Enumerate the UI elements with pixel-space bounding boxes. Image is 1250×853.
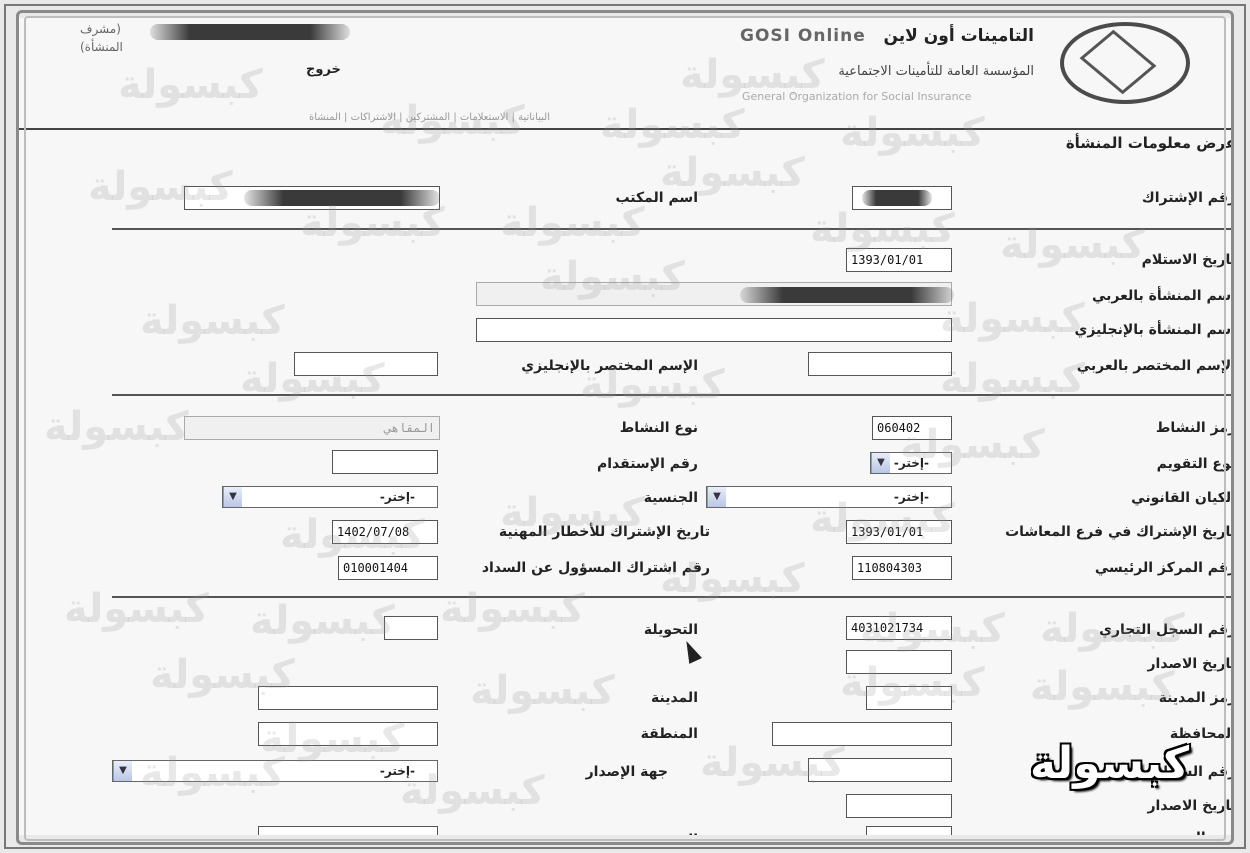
redacted-subscription: [862, 190, 932, 206]
payer-sub-no-field[interactable]: 010001404: [338, 556, 438, 580]
short-ar-field[interactable]: [808, 352, 952, 376]
activity-type-field[interactable]: المقاهي: [184, 416, 440, 440]
main-center-label: رقم المركز الرئيسي: [1094, 560, 1236, 576]
watermark: كبسولة: [140, 298, 285, 344]
watermark: كبسولة: [470, 668, 615, 714]
legal-entity-label: الكيان القانوني: [1131, 490, 1236, 506]
watermark: كبسولة: [118, 62, 263, 108]
cr-no-field[interactable]: 4031021734: [846, 616, 952, 640]
name-en-field[interactable]: [476, 318, 952, 342]
employer-no-label: رقم الإستقدام: [596, 456, 698, 472]
city2-label: المدينة: [651, 832, 698, 848]
divider: [112, 228, 1238, 230]
chevron-down-icon[interactable]: ▼: [707, 487, 726, 507]
city-field[interactable]: [258, 686, 438, 710]
pension-sub-date-field[interactable]: 1393/01/01: [846, 520, 952, 544]
city-code-label: رمز المدينة: [1158, 690, 1236, 706]
chevron-down-icon[interactable]: ▼: [871, 453, 890, 473]
calendar-type-label: نوع التقويم: [1156, 456, 1236, 472]
legal-entity-value: -إختر-: [893, 490, 929, 504]
app-name-ar: التامينات أون لاين: [883, 26, 1035, 46]
redacted-office: [244, 190, 440, 206]
short-en-field[interactable]: [294, 352, 438, 376]
section-title: عرض معلومات المنشأة: [1065, 134, 1236, 152]
main-center-field[interactable]: 110804303: [852, 556, 952, 580]
watermark: كبسولة: [64, 586, 209, 632]
watermark: كبسولة: [600, 102, 745, 148]
redacted-username: [150, 24, 350, 40]
city-code2-label: رمز المدينة: [1158, 830, 1236, 846]
issue-date2-label: تاريخ الاصدار: [1147, 798, 1237, 814]
office-name-label: اسم المكتب: [615, 190, 698, 206]
governorate-field[interactable]: [772, 722, 952, 746]
user-role-line2: المنشأة): [80, 40, 123, 54]
cr-no-label: رقم السجل التجاري: [1099, 622, 1236, 638]
issuer-select[interactable]: -إختر- ▼: [112, 760, 438, 782]
header-divider: [0, 128, 1250, 130]
transfer-field[interactable]: [384, 616, 438, 640]
city2-field[interactable]: [258, 826, 438, 848]
nav-links[interactable]: البياناتية | الاستعلامات | المشتركين | ا…: [90, 112, 550, 123]
issuer-value: -إختر-: [379, 764, 415, 778]
watermark: كبسولة: [840, 110, 985, 156]
divider: [112, 394, 1238, 396]
cr-no2-field[interactable]: [808, 758, 952, 782]
legal-entity-select[interactable]: -إختر- ▼: [706, 486, 952, 508]
city-code2-field[interactable]: [866, 826, 952, 848]
name-ar-label: اسم المنشأة بالعربي: [1091, 288, 1236, 304]
subscription-no-label: رقم الإشتراك: [1141, 190, 1236, 206]
watermark: كبسولة: [940, 296, 1085, 342]
mouse-cursor-icon: [680, 638, 702, 664]
divider: [112, 596, 1238, 598]
transfer-label: التحويلة: [643, 622, 698, 638]
nationality-label: الجنسية: [643, 490, 698, 506]
calendar-type-select[interactable]: -إختر- ▼: [870, 452, 952, 474]
watermark: كبسولة: [440, 586, 585, 632]
watermark: كبسولة: [250, 598, 395, 644]
receipt-date-field[interactable]: 1393/01/01: [846, 248, 952, 272]
issuer-label: جهة الإصدار: [585, 764, 668, 780]
org-name-ar: المؤسسة العامة للتأمينات الاجتماعية: [838, 64, 1034, 79]
region-label: المنطقة: [640, 726, 698, 742]
payer-sub-no-label: رقم اشتراك المسؤول عن السداد: [481, 560, 710, 576]
name-en-label: اسم المنشأة بالإنجليزي: [1074, 322, 1236, 338]
watermark: كبسولة: [44, 404, 189, 450]
logout-link[interactable]: خروج: [306, 62, 341, 77]
org-name-en: General Organization for Social Insuranc…: [742, 90, 972, 103]
region-field[interactable]: [258, 722, 438, 746]
issue-date-field[interactable]: [846, 650, 952, 674]
pension-sub-date-label: تاريخ الإشتراك في فرع المعاشات: [1005, 524, 1236, 540]
issue-date2-field[interactable]: [846, 794, 952, 818]
chevron-down-icon[interactable]: ▼: [113, 761, 132, 781]
app-name-en: GOSI Online: [740, 26, 866, 46]
activity-code-label: رمز النشاط: [1155, 420, 1236, 436]
user-role-line1: (مشرف: [80, 22, 121, 36]
activity-code-field[interactable]: 060402: [872, 416, 952, 440]
issue-date-label: تاريخ الاصدار: [1147, 656, 1237, 672]
receipt-date-label: تاريخ الاستلام: [1141, 252, 1236, 268]
employer-no-field[interactable]: [332, 450, 438, 474]
nationality-value: -إختر-: [379, 490, 415, 504]
city-label: المدينة: [651, 690, 698, 706]
brand-watermark: كبسولة: [1030, 738, 1190, 789]
activity-type-label: نوع النشاط: [619, 420, 698, 436]
short-ar-label: الإسم المختصر بالعربي: [1076, 358, 1236, 374]
city-code-field[interactable]: [866, 686, 952, 710]
redacted-name-ar: [740, 287, 954, 303]
hazards-sub-date-label: تاريخ الإشتراك للأخطار المهنية: [498, 524, 710, 540]
chevron-down-icon[interactable]: ▼: [223, 487, 242, 507]
hazards-sub-date-field[interactable]: 1402/07/08: [332, 520, 438, 544]
short-en-label: الإسم المختصر بالإنجليزي: [521, 358, 698, 374]
calendar-type-value: -إختر-: [893, 456, 929, 470]
nationality-select[interactable]: -إختر- ▼: [222, 486, 438, 508]
watermark: كبسولة: [500, 200, 645, 246]
